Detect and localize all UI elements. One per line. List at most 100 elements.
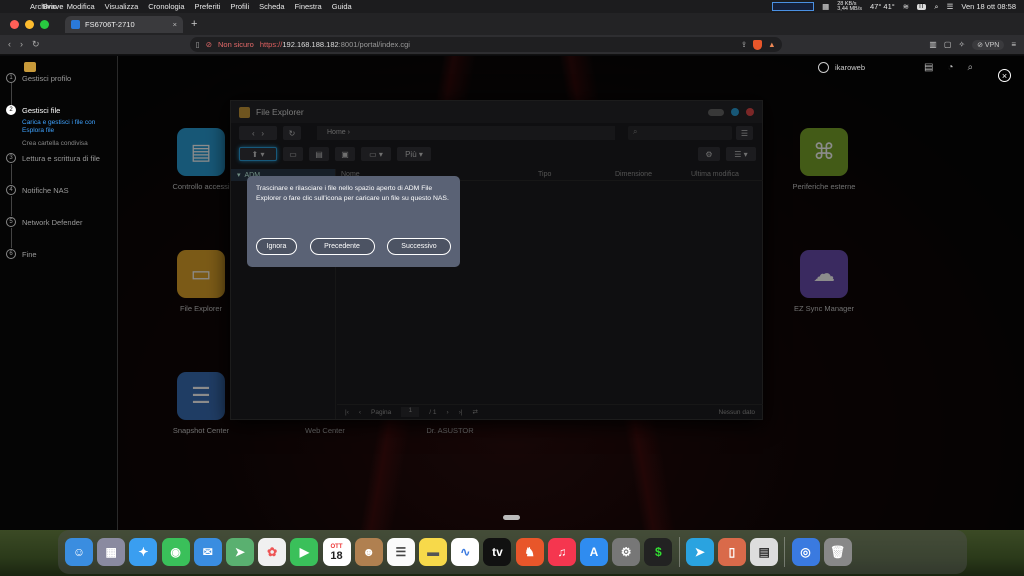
telegram-icon[interactable]: ➤	[685, 538, 714, 566]
facetime-icon[interactable]: ▶	[290, 538, 319, 566]
tutorial-tooltip: Trascinare e rilasciare i file nello spa…	[247, 176, 460, 267]
maps-icon[interactable]: ➤	[225, 538, 254, 566]
music-icon[interactable]: ♫	[547, 538, 576, 566]
tab-close-icon[interactable]: ×	[173, 20, 177, 29]
next-button[interactable]: Successivo	[387, 238, 451, 255]
url-text: https://192.168.188.182:8001/portal/inde…	[260, 40, 410, 49]
brave-icon[interactable]: ♞	[515, 538, 544, 566]
step-label: Fine	[22, 249, 37, 259]
step-num: 3	[6, 153, 16, 163]
url-field[interactable]: ▯ ⊘ Non sicuro https://192.168.188.182:8…	[189, 37, 782, 52]
terminal-icon[interactable]: $	[644, 538, 673, 566]
grid-icon[interactable]: ▦	[822, 2, 829, 11]
notes-app-icon[interactable]: ▬	[419, 538, 448, 566]
menu-preferiti[interactable]: Preferiti	[195, 2, 221, 11]
adm-logo-icon	[24, 62, 36, 72]
launchpad-icon[interactable]: ▦	[97, 538, 126, 566]
menu-cronologia[interactable]: Cronologia	[148, 2, 184, 11]
ignore-button[interactable]: Ignora	[256, 238, 297, 255]
control-center-icon[interactable]: ☰	[947, 2, 954, 11]
step-1[interactable]: 1 Gestisci profilo	[6, 73, 71, 83]
menu-guida[interactable]: Guida	[332, 2, 352, 11]
menu-profili[interactable]: Profili	[230, 2, 249, 11]
menu-finestra[interactable]: Finestra	[295, 2, 322, 11]
step-label: Notifiche NAS	[22, 185, 69, 195]
keyboard-layout[interactable]: IT	[917, 3, 927, 10]
menu-visualizza[interactable]: Visualizza	[105, 2, 139, 11]
extensions-icon[interactable]: ✧	[958, 40, 965, 49]
mac-menubar: Brave Archivio Modifica Visualizza Crono…	[0, 0, 1024, 13]
vpn-button[interactable]: ⊘ VPN	[972, 39, 1005, 50]
page-handle[interactable]	[503, 515, 520, 520]
brave-shields-icon[interactable]	[753, 39, 763, 50]
notes-icon[interactable]: ▤	[924, 62, 933, 73]
freeform-icon[interactable]: ∿	[451, 538, 480, 566]
clock[interactable]: Ven 18 ott 08:58	[961, 2, 1016, 11]
step-label: Network Defender	[22, 217, 83, 227]
iphone-mirroring-icon[interactable]: ▯	[717, 538, 746, 566]
step-line	[11, 196, 12, 216]
window-app-icon[interactable]: ▤	[750, 538, 779, 566]
safari-icon[interactable]: ✦	[129, 538, 158, 566]
reminders-icon[interactable]: ☰	[386, 538, 415, 566]
search-icon[interactable]: ⌕	[934, 2, 938, 12]
mail-icon[interactable]: ✉	[193, 538, 222, 566]
brave-rewards-icon[interactable]: ▲	[768, 40, 775, 49]
trash-icon[interactable]: 🗑	[823, 538, 852, 566]
menu-scheda[interactable]: Scheda	[259, 2, 284, 11]
network-graph-icon[interactable]	[772, 2, 815, 11]
photos-icon[interactable]: ✿	[258, 538, 287, 566]
close-window-icon[interactable]	[10, 19, 19, 29]
bookmark-icon[interactable]: ▯	[196, 40, 200, 49]
menu-icon[interactable]: ≡	[1011, 40, 1016, 49]
browser-addressbar: ‹ › ↻ ▯ ⊘ Non sicuro https://192.168.188…	[0, 35, 1024, 55]
step-2[interactable]: 2 Gestisci file	[6, 105, 60, 115]
temperature-readout[interactable]: 47° 41°	[870, 2, 895, 11]
previous-button[interactable]: Precedente	[309, 238, 375, 255]
zoom-window-icon[interactable]	[40, 19, 49, 29]
step-num: 6	[6, 249, 16, 259]
step-3[interactable]: 3 Lettura e scrittura di file	[6, 153, 100, 163]
browser-tab[interactable]: FS6706T-2710 ×	[65, 15, 183, 33]
adm-user[interactable]: ikaroweb	[818, 62, 865, 73]
step-label: Gestisci file	[22, 105, 61, 115]
forward-icon[interactable]: ›	[20, 39, 23, 50]
app-store-icon[interactable]: A	[580, 538, 608, 566]
messages-icon[interactable]: ◉	[161, 538, 190, 566]
contacts-icon[interactable]: ☻	[354, 538, 383, 566]
wifi-icon[interactable]: ≋	[903, 2, 909, 11]
tutorial-sidebar: 1 Gestisci profilo 2 Gestisci file Caric…	[0, 56, 118, 530]
net-down: 3,44 MB/s	[837, 5, 862, 12]
step-label: Gestisci profilo	[22, 73, 72, 83]
substep-upload[interactable]: Carica e gestisci i file con Esplora fil…	[22, 119, 112, 135]
minimize-window-icon[interactable]	[25, 19, 34, 29]
step-5[interactable]: 5 Network Defender	[6, 217, 82, 227]
tab-title: FS6706T-2710	[85, 19, 135, 29]
downloads-icon[interactable]: ◎	[791, 538, 820, 566]
url-host: 192.168.188.182	[282, 40, 339, 49]
adm-search-icon[interactable]: ⌕	[968, 62, 974, 73]
wallet-icon[interactable]: ▢	[944, 40, 952, 49]
dashboard-icon[interactable]: ◔	[947, 62, 953, 73]
close-tutorial-icon[interactable]: ×	[998, 69, 1011, 82]
step-num: 2	[6, 105, 16, 115]
share-icon[interactable]: ⇪	[741, 40, 747, 49]
menu-app-name[interactable]: Brave	[8, 2, 98, 11]
tv-icon[interactable]: tv	[483, 538, 512, 566]
calendar-icon[interactable]: OTT 18	[322, 538, 351, 566]
finder-icon[interactable]: ☺	[65, 538, 93, 566]
calendar-day: 18	[330, 550, 343, 562]
url-scheme: https://	[259, 40, 283, 49]
network-speed: 28 KB/s 3,44 MB/s	[837, 1, 862, 12]
tooltip-text: Trascinare e rilasciare i file nello spa…	[256, 185, 449, 202]
substep-shared-folder[interactable]: Crea cartella condivisa	[22, 140, 112, 148]
not-secure-label[interactable]: Non sicuro	[218, 40, 254, 49]
sidebar-icon[interactable]: ▥	[929, 40, 937, 49]
step-4[interactable]: 4 Notifiche NAS	[6, 185, 69, 195]
reload-icon[interactable]: ↻	[32, 39, 40, 50]
back-icon[interactable]: ‹	[8, 39, 11, 50]
new-tab-icon[interactable]: +	[191, 18, 197, 30]
vpn-label: VPN	[984, 41, 1000, 49]
system-settings-icon[interactable]: ⚙	[612, 538, 641, 566]
step-6[interactable]: 6 Fine	[6, 249, 37, 259]
